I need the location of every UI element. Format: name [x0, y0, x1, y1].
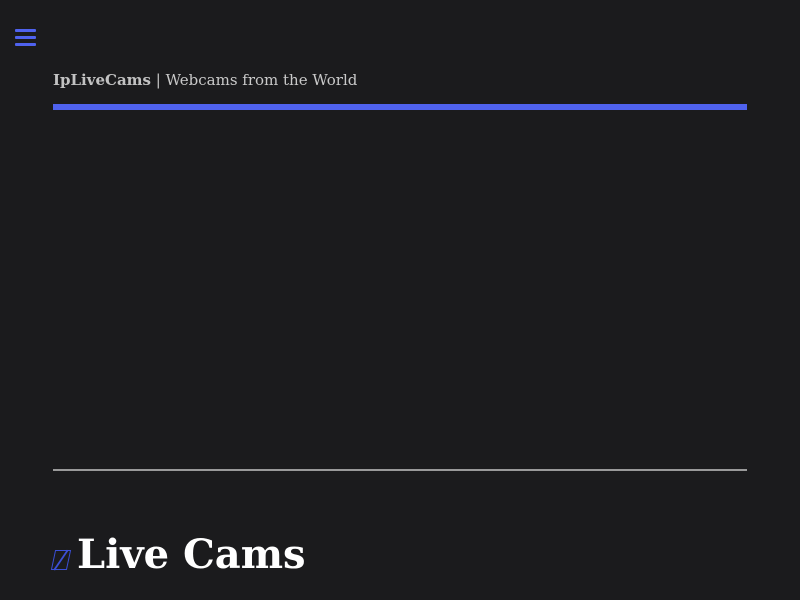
site-tagline: Webcams from the World — [165, 71, 358, 89]
page-title-text: Live Cams — [77, 531, 306, 578]
site-header: IpLiveCams | Webcams from the World — [53, 70, 747, 90]
section-divider — [53, 469, 747, 471]
title-separator: | — [150, 71, 166, 89]
webcam-icon — [50, 550, 72, 570]
hamburger-menu-icon[interactable] — [14, 27, 38, 49]
page-title: Live Cams — [50, 528, 306, 584]
content-area — [53, 110, 747, 468]
brand-link[interactable]: IpLiveCams — [53, 71, 151, 89]
site-title: IpLiveCams | Webcams from the World — [53, 70, 747, 90]
